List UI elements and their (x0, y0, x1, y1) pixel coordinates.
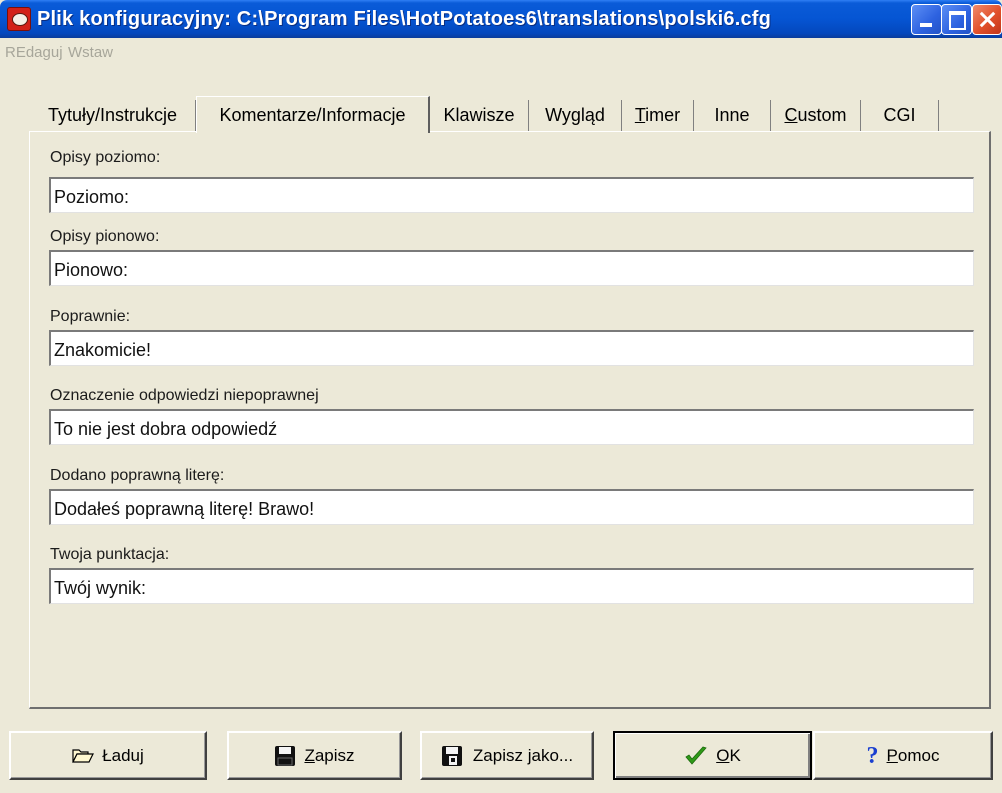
tab-appearance[interactable]: Wygląd (529, 100, 622, 132)
save-button-label: Zapisz (304, 746, 354, 766)
open-folder-icon (72, 748, 95, 764)
save-button[interactable]: Zapisz (227, 731, 402, 780)
title-bar[interactable]: Plik konfiguracyjny: C:\Program Files\Ho… (0, 0, 1002, 38)
load-button[interactable]: Ładuj (9, 731, 207, 780)
tab-label: imer (645, 105, 681, 125)
label-incorrect-answer: Oznaczenie odpowiedzi niepoprawnej (50, 387, 319, 404)
save-label-rest: apisz (314, 745, 355, 765)
input-vertical-clues[interactable] (49, 250, 974, 286)
tab-timer[interactable]: Timer (622, 100, 694, 132)
tab-label: Wygląd (545, 105, 605, 125)
tab-accelerator: C (784, 105, 798, 125)
help-label-rest: omoc (897, 745, 940, 765)
tab-keys[interactable]: Klawisze (430, 100, 529, 132)
save-accelerator: Z (304, 745, 315, 765)
floppy-disk-icon (274, 745, 296, 767)
tab-custom[interactable]: Custom (771, 100, 861, 132)
tab-label: Klawisze (443, 105, 515, 125)
save-as-button[interactable]: Zapisz jako... (420, 731, 594, 780)
window-title: Plik konfiguracyjny: C:\Program Files\Ho… (37, 8, 772, 30)
label-correct: Poprawnie: (50, 308, 131, 325)
ok-button[interactable]: OK (613, 731, 812, 780)
ok-accelerator: O (716, 745, 730, 765)
menu-edit[interactable]: REdaguj (5, 44, 63, 61)
label-vertical-clues: Opisy pionowo: (50, 228, 160, 245)
tab-cgi[interactable]: CGI (861, 100, 939, 132)
checkmark-icon (684, 746, 708, 766)
input-correct[interactable] (49, 330, 974, 366)
tab-titles-instructions[interactable]: Tytuły/Instrukcje (30, 100, 196, 132)
label-correct-letter-added: Dodano poprawną literę: (50, 467, 225, 484)
menu-insert[interactable]: Wstaw (68, 44, 113, 61)
menu-bar: REdaguj Wstaw (0, 38, 1002, 68)
ok-button-label: OK (716, 746, 741, 766)
config-window: Plik konfiguracyjny: C:\Program Files\Ho… (0, 0, 1002, 793)
input-correct-letter-added[interactable] (49, 489, 974, 525)
input-horizontal-clues[interactable] (49, 177, 974, 213)
tab-label: CGI (883, 105, 916, 125)
help-button-label: Pomoc (887, 746, 940, 766)
ok-label-rest: K (729, 745, 741, 765)
close-button[interactable] (972, 4, 1002, 35)
save-as-label-pre: Zapisz (472, 745, 528, 765)
question-mark-icon: ? (866, 742, 879, 769)
tab-accelerator: T (634, 105, 646, 125)
save-as-label-rest: ako... (531, 745, 574, 765)
hot-potatoes-app-icon[interactable] (7, 7, 31, 31)
tab-strip: Tytuły/Instrukcje Komentarze/Informacje … (30, 96, 950, 133)
tab-label: Tytuły/Instrukcje (47, 105, 178, 125)
load-button-label: Ładuj (102, 745, 144, 765)
input-incorrect-answer[interactable] (49, 409, 974, 445)
tab-label: Komentarze/Informacje (219, 105, 406, 125)
input-your-score[interactable] (49, 568, 974, 604)
tab-comments-information[interactable]: Komentarze/Informacje (196, 96, 430, 133)
tab-other[interactable]: Inne (694, 100, 771, 132)
tab-panel-comments: Opisy poziomo: Opisy pionowo: Poprawnie:… (29, 131, 991, 709)
label-horizontal-clues: Opisy poziomo: (50, 149, 161, 166)
save-as-button-label: Zapisz jako... (473, 746, 573, 766)
help-accelerator: P (886, 745, 898, 765)
minimize-button[interactable] (911, 4, 942, 35)
label-your-score: Twoja punktacja: (50, 546, 170, 563)
save-as-icon (441, 745, 465, 767)
tab-label: Inne (714, 105, 750, 125)
tab-label: ustom (797, 105, 847, 125)
help-button[interactable]: ? Pomoc (813, 731, 993, 780)
maximize-button[interactable] (941, 4, 972, 35)
